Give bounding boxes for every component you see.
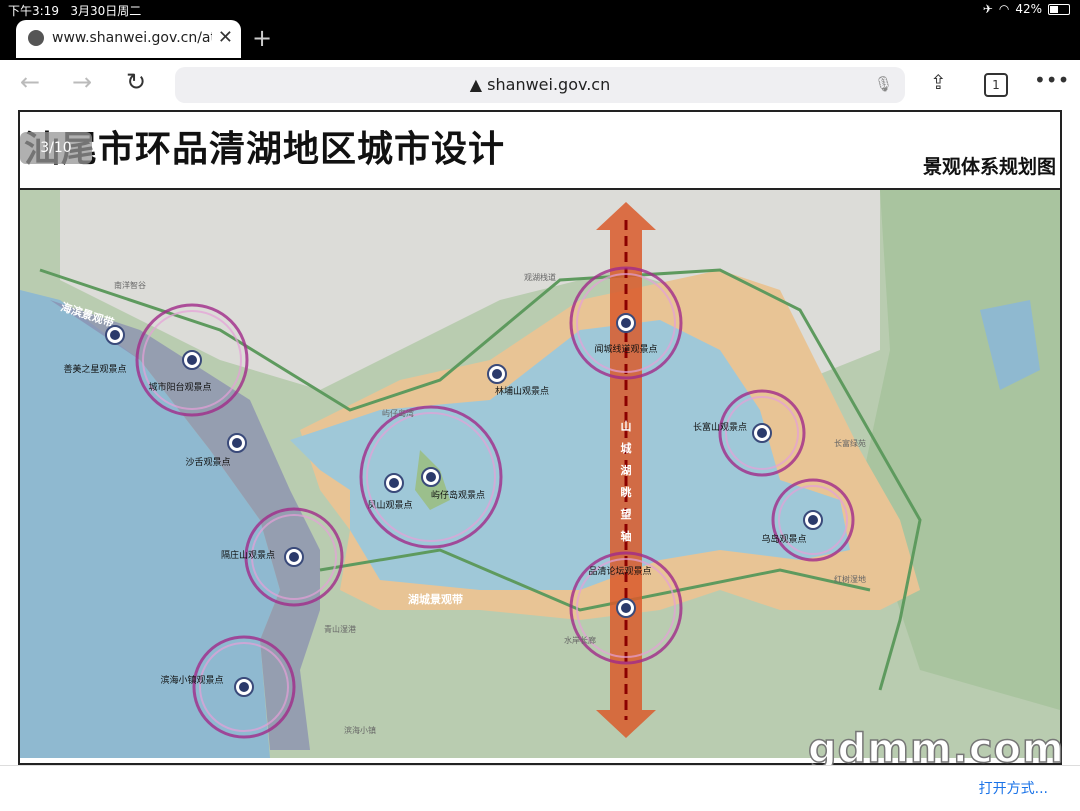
document-viewer[interactable]: 汕尾市环品清湖地区城市设计 景观体系规划图 海滨景观带 湖城景观带 山 城 湖 … (0, 110, 1080, 765)
browser-tab[interactable]: www.shanwei.gov.cn/atta ✕ (16, 20, 241, 58)
page-indicator: 3/10 (20, 132, 92, 164)
tab-count-button[interactable]: 1 (984, 73, 1008, 97)
viewpoint-dot (808, 515, 818, 525)
place-label: 南洋智谷 (114, 280, 146, 290)
reload-button[interactable]: ↻ (126, 68, 146, 96)
url-text: shanwei.gov.cn (487, 75, 611, 94)
lake-belt-label: 湖城景观带 (408, 592, 463, 606)
place-label: 长富绿苑 (834, 438, 866, 448)
wifi-icon: ◠ (998, 2, 1010, 16)
viewpoint-dot (621, 318, 631, 328)
viewpoint-dot (621, 603, 631, 613)
axis-label-char: 湖 (621, 463, 632, 477)
viewpoint-dot (110, 330, 120, 340)
viewpoint-label: 长富山观景点 (693, 421, 747, 433)
battery-percent: 42% (1015, 2, 1042, 16)
map-svg: 海滨景观带 湖城景观带 山城湖眺望轴 善美之星观景点城市阳台观景点沙舌观景点隔庄… (20, 190, 1060, 758)
axis-label-char: 眺 (621, 485, 632, 499)
axis-label-char: 轴 (621, 529, 632, 543)
axis-label-char: 城 (621, 441, 632, 455)
forward-button[interactable]: → (72, 68, 92, 96)
viewpoint-label: 沙舌观景点 (185, 457, 230, 468)
address-bar[interactable]: ▲ shanwei.gov.cn 🎙 (175, 67, 905, 103)
viewpoint-dot (426, 472, 436, 482)
battery-level (1050, 5, 1058, 13)
viewpoint-label: 林埔山观景点 (495, 385, 549, 397)
tab-title: www.shanwei.gov.cn/atta (52, 30, 212, 46)
viewpoint-label: 闻城线道观景点 (594, 343, 657, 355)
microphone-icon[interactable]: 🎙 (874, 75, 893, 93)
open-with-button[interactable]: 打开方式... (979, 778, 1048, 798)
viewpoint-label: 城市阳台观景点 (148, 381, 211, 393)
close-tab-icon[interactable]: ✕ (218, 27, 233, 48)
viewpoint-dot (239, 682, 249, 692)
bottom-bar: 打开方式... (0, 765, 1080, 811)
status-time-date: 下午3:19 3月30日周二 (8, 2, 141, 19)
place-label: 屿仔岛湾 (382, 408, 414, 418)
document-title: 汕尾市环品清湖地区城市设计 (24, 129, 506, 170)
new-tab-button[interactable]: + (252, 24, 272, 52)
viewpoint-label: 善美之星观景点 (63, 363, 126, 375)
place-label: 红树湿地 (834, 574, 866, 584)
back-button[interactable]: ← (20, 68, 40, 96)
status-date: 3月30日周二 (70, 4, 142, 18)
status-time: 下午3:19 (8, 4, 59, 18)
document-subtitle: 景观体系规划图 (922, 156, 1056, 178)
more-menu-button[interactable]: ••• (1034, 68, 1069, 92)
viewpoint-dot (289, 552, 299, 562)
viewpoint-dot (757, 428, 767, 438)
airplane-icon: ✈ (982, 2, 993, 16)
status-bar: 下午3:19 3月30日周二 ✈ ◠ 42% (0, 0, 1080, 20)
globe-icon (28, 30, 44, 46)
place-label: 水岸长廊 (564, 635, 596, 645)
viewpoint-dot (187, 355, 197, 365)
landscape-map: 海滨景观带 湖城景观带 山城湖眺望轴 善美之星观景点 城市阳台观景点 沙舌观景点 隔庄… (20, 188, 1060, 758)
browser-toolbar: ← → ↻ ▲ shanwei.gov.cn 🎙 ⇪ 1 ••• (0, 60, 1080, 110)
viewpoint-dot (389, 478, 399, 488)
place-label: 观湖栈道 (524, 272, 556, 282)
viewpoint-label: 屿仔岛观景点 (431, 489, 485, 501)
viewpoint-dot (232, 438, 242, 448)
place-label: 青山湿港 (324, 624, 356, 634)
axis-label-char: 望 (621, 507, 632, 521)
share-button[interactable]: ⇪ (930, 70, 947, 94)
viewpoint-label: 滨海小镇观景点 (160, 674, 223, 686)
viewpoint-label: 乌岛观景点 (761, 533, 806, 545)
viewpoint-label: 品清论坛观景点 (588, 565, 651, 577)
axis-label-char: 山 (621, 419, 632, 433)
place-label: 滨海小镇 (344, 725, 376, 735)
viewpoint-label: 隔庄山观景点 (221, 549, 275, 561)
viewpoint-dot (492, 369, 502, 379)
document-page: 汕尾市环品清湖地区城市设计 景观体系规划图 海滨景观带 湖城景观带 山 城 湖 … (18, 110, 1062, 765)
tab-strip: www.shanwei.gov.cn/atta ✕ + (0, 20, 1080, 60)
battery-icon (1048, 3, 1070, 15)
warning-icon: ▲ (469, 75, 488, 94)
